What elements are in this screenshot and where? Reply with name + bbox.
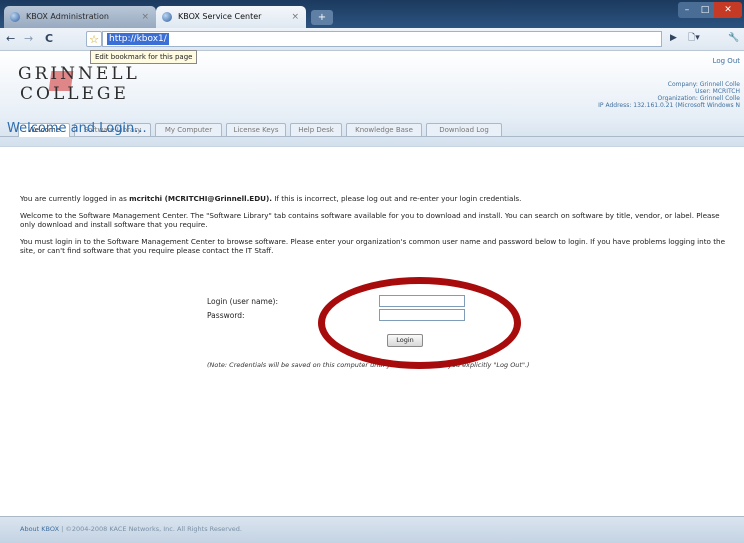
page-menu-icon[interactable]: 🗋▾ [688,31,700,46]
copyright-text: ©2004-2008 KACE Networks, Inc. All Right… [65,525,242,533]
about-kbox-link[interactable]: About KBOX [20,525,59,533]
url-text[interactable]: http://kbox1/ [107,33,169,45]
kbox-favicon-icon [162,12,172,22]
logged-in-user: mcritchi (MCRITCHI@Grinnell.EDU). [129,194,273,203]
login-instructions: You must login in to the Software Manage… [20,237,726,255]
session-info: Company: Grinnell Colle User: MCRITCH Or… [598,81,740,109]
logged-in-prefix: You are currently logged in as [20,194,130,203]
tab-knowledge-base[interactable]: Knowledge Base [346,123,422,136]
page-title: Welcome and Login... [7,121,147,136]
minimize-button[interactable]: – [678,2,696,18]
bookmark-tooltip: Edit bookmark for this page [90,50,198,64]
tab-download-log[interactable]: Download Log [426,123,502,136]
address-bar[interactable]: http://kbox1/ [102,31,662,47]
organization-info: Organization: Grinnell Colle [657,95,741,102]
go-icon[interactable]: ▶ [670,31,677,46]
tab-title: KBOX Service Center [178,12,262,21]
browser-title-bar: KBOX Administration × KBOX Service Cente… [0,0,744,28]
forward-arrow-icon[interactable]: → [24,31,33,46]
tab-my-computer[interactable]: My Computer [155,123,222,136]
title-divider [0,146,744,147]
logged-in-notice: You are currently logged in as mcritchi … [20,194,736,203]
window-controls: – □ ✕ [678,2,742,18]
welcome-paragraph: Welcome to the Software Management Cente… [20,211,720,229]
user-info: User: MCRITCH [695,88,740,95]
bookmark-star-icon[interactable]: ☆ [86,31,102,47]
close-window-button[interactable]: ✕ [714,2,742,18]
highlight-ellipse-annotation [318,277,521,369]
username-label: Login (user name): [207,297,279,306]
browser-tab-kbox-service-center[interactable]: KBOX Service Center × [156,6,306,28]
new-tab-button[interactable]: + [311,10,333,25]
footer-text: About KBOX | ©2004-2008 KACE Networks, I… [20,525,242,533]
tab-close-icon[interactable]: × [141,6,149,28]
kbox-favicon-icon [10,12,20,22]
browser-tab-kbox-administration[interactable]: KBOX Administration × [4,6,156,28]
tab-title: KBOX Administration [26,12,109,21]
maximize-button[interactable]: □ [696,2,714,18]
tab-help-desk[interactable]: Help Desk [290,123,342,136]
back-arrow-icon[interactable]: ← [6,31,15,46]
logo-line-1: GRINNELL [18,64,140,84]
logout-link[interactable]: Log Out [713,57,740,65]
ip-address-info: IP Address: 132.161.0.21 (Microsoft Wind… [598,102,740,109]
logged-in-suffix: If this is incorrect, please log out and… [272,194,522,203]
password-label: Password: [207,311,245,320]
logo-line-2: COLLEGE [20,84,129,104]
wrench-icon[interactable]: 🔧 [728,31,739,46]
company-info: Company: Grinnell Colle [667,81,740,88]
page-footer: About KBOX | ©2004-2008 KACE Networks, I… [0,516,744,543]
tab-license-keys[interactable]: License Keys [226,123,286,136]
tab-close-icon[interactable]: × [291,6,299,28]
reload-icon[interactable]: C [45,31,53,46]
browser-toolbar: ← → C ☆ http://kbox1/ ▶ 🗋▾ 🔧 [0,28,744,51]
